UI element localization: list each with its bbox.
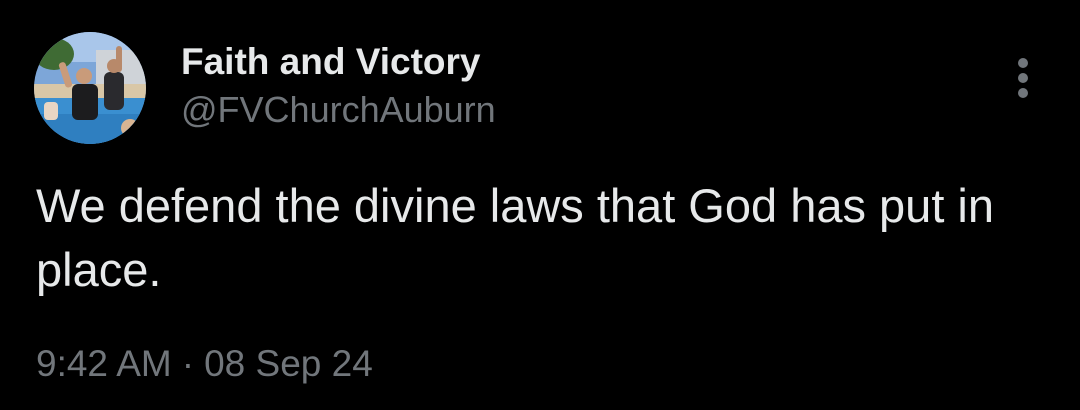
tweet-timestamp[interactable]: 9:42 AM · 08 Sep 24 [36, 340, 373, 388]
tweet-time: 9:42 AM [36, 343, 172, 384]
tweet-card: Faith and Victory @FVChurchAuburn We def… [0, 0, 1080, 410]
author-handle[interactable]: @FVChurchAuburn [181, 86, 496, 134]
tweet-date: 08 Sep 24 [204, 343, 373, 384]
avatar[interactable] [34, 32, 146, 144]
tweet-text: We defend the divine laws that God has p… [36, 179, 995, 296]
avatar-photo [34, 32, 146, 144]
more-options-button[interactable] [1005, 56, 1041, 100]
author-display-name[interactable]: Faith and Victory [181, 38, 496, 86]
author-block: Faith and Victory @FVChurchAuburn [181, 38, 496, 134]
meta-separator: · [181, 343, 195, 384]
